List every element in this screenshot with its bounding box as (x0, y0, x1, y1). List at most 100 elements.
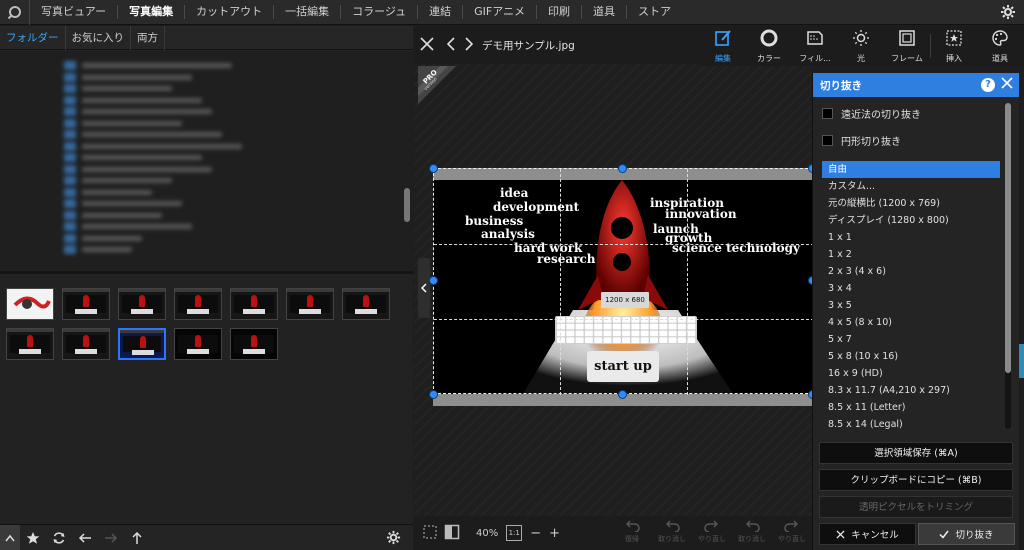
image-thumbnail[interactable] (62, 328, 110, 360)
menu-item[interactable]: 写真ビュアー (30, 5, 119, 19)
favorite-star-icon[interactable] (20, 525, 46, 550)
aspect-ratio-option[interactable]: 1 x 2 (822, 246, 1000, 263)
aspect-ratio-option[interactable]: 16 x 9 (HD) (822, 365, 1000, 382)
aspect-ratio-option[interactable]: 自由 (822, 161, 1000, 178)
aspect-ratio-option[interactable]: 8.5 x 11 (Letter) (822, 399, 1000, 416)
tool-frame[interactable]: フレーム (884, 26, 930, 66)
help-icon[interactable]: ? (981, 78, 995, 92)
image-thumbnail[interactable] (118, 328, 166, 360)
aspect-ratio-option[interactable]: 8.3 x 11.7 (A4,210 x 297) (822, 382, 1000, 399)
perspective-crop-option[interactable]: 遠近法の切り抜き (822, 106, 921, 121)
ratio-list-scrollbar[interactable] (1005, 103, 1011, 373)
image-canvas[interactable]: PRO version idea development business an… (414, 64, 817, 516)
close-icon[interactable] (1001, 77, 1013, 92)
collapse-up-icon[interactable] (0, 524, 20, 550)
redo-all-button[interactable]: やり直し (774, 520, 810, 544)
redo-button[interactable]: やり直し (694, 520, 730, 544)
crop-handle-left[interactable] (429, 276, 438, 285)
zoom-in-button[interactable]: + (549, 526, 560, 541)
tool-light[interactable]: 光 (838, 26, 884, 66)
image-thumbnail[interactable] (286, 288, 334, 320)
aspect-ratio-option[interactable]: 4 x 5 (8 x 10) (822, 314, 1000, 331)
tool-tools[interactable]: 道具 (977, 26, 1023, 66)
menu-item[interactable]: コラージュ (341, 5, 419, 19)
folder-tree-item[interactable] (64, 245, 132, 254)
menu-item[interactable]: 連結 (418, 5, 464, 19)
menu-item[interactable]: カットアウト (185, 5, 275, 19)
folder-tree-item[interactable] (64, 61, 232, 70)
folder-tree-item[interactable] (64, 95, 202, 105)
folder-tree-item[interactable] (64, 72, 192, 82)
browser-tab[interactable]: 両方 (131, 25, 165, 50)
folder-tree-item[interactable] (64, 84, 172, 93)
folder-tree-item[interactable] (64, 164, 212, 174)
image-thumbnail[interactable] (342, 288, 390, 320)
close-icon[interactable] (420, 36, 434, 54)
menu-item[interactable]: GIFアニメ (463, 5, 538, 19)
menu-item[interactable]: 写真編集 (118, 5, 186, 19)
crop-handle-bottom[interactable] (618, 390, 627, 399)
aspect-ratio-option[interactable]: 8.5 x 14 (Legal) (822, 416, 1000, 433)
tool-color[interactable]: カラー (746, 26, 792, 66)
tool-insert[interactable]: 挿入 (931, 26, 977, 66)
aspect-ratio-option[interactable]: 5 x 8 (10 x 16) (822, 348, 1000, 365)
revert-button[interactable]: 復帰 (614, 520, 650, 544)
browser-settings-gear-icon[interactable] (386, 530, 401, 548)
actual-size-button[interactable]: 1:1 (506, 525, 523, 541)
previous-image-icon[interactable] (446, 36, 455, 54)
tool-edit[interactable]: 編集 (700, 26, 746, 66)
crop-handle-bottom-left[interactable] (429, 390, 438, 399)
folder-tree-item[interactable] (64, 222, 192, 231)
image-thumbnail[interactable] (6, 328, 54, 360)
folder-tree-item[interactable] (64, 210, 162, 220)
menu-item[interactable]: 一括編集 (274, 5, 342, 19)
aspect-ratio-option[interactable]: 5 x 7 (822, 331, 1000, 348)
zoom-out-button[interactable]: − (530, 526, 541, 541)
app-logo-icon[interactable] (0, 0, 30, 25)
crop-handle-top[interactable] (618, 164, 627, 173)
aspect-ratio-option[interactable]: 元の縦横比 (1200 x 769) (822, 195, 1000, 212)
folder-tree-item[interactable] (64, 118, 182, 128)
crop-handle-top-left[interactable] (429, 164, 438, 173)
folder-tree-item[interactable] (64, 199, 182, 208)
undo-all-button[interactable]: 取り消し (734, 520, 770, 544)
parent-folder-up-icon[interactable] (124, 525, 150, 550)
image-thumbnail[interactable] (6, 288, 54, 320)
circle-crop-option[interactable]: 円形切り抜き (822, 133, 901, 148)
settings-gear-icon[interactable] (1000, 4, 1016, 23)
cancel-button[interactable]: キャンセル (819, 523, 916, 545)
menu-item[interactable]: ストア (627, 5, 682, 19)
folder-tree[interactable] (0, 51, 413, 271)
selection-tool-icon[interactable] (422, 524, 438, 543)
menu-item[interactable]: 印刷 (537, 5, 583, 19)
undo-button[interactable]: 取り消し (654, 520, 690, 544)
back-arrow-icon[interactable] (72, 525, 98, 550)
refresh-icon[interactable] (46, 525, 72, 550)
image-thumbnail[interactable] (174, 328, 222, 360)
aspect-ratio-option[interactable]: カスタム... (822, 178, 1000, 195)
image-thumbnail[interactable] (174, 288, 222, 320)
tool-filter[interactable]: フィル... (792, 26, 838, 66)
image-thumbnail[interactable] (118, 288, 166, 320)
browser-tab[interactable]: フォルダー (0, 25, 66, 50)
circle-crop-checkbox[interactable] (822, 134, 833, 146)
save-selection-button[interactable]: 選択領域保存 (⌘A) (819, 442, 1013, 464)
aspect-ratio-option[interactable]: 1 x 1 (822, 229, 1000, 246)
image-with-crop[interactable]: idea development business analysis hard … (429, 164, 817, 406)
folder-tree-item[interactable] (64, 153, 202, 162)
aspect-ratio-option[interactable]: 2 x 3 (4 x 6) (822, 263, 1000, 280)
aspect-ratio-option[interactable]: ディスプレイ (1280 x 800) (822, 212, 1000, 229)
folder-tree-scrollbar[interactable] (404, 188, 410, 222)
folder-tree-item[interactable] (64, 176, 172, 185)
folder-tree-item[interactable] (64, 233, 142, 243)
forward-arrow-icon[interactable] (98, 525, 124, 550)
folder-tree-item[interactable] (64, 107, 212, 116)
fit-to-window-icon[interactable] (444, 524, 460, 543)
crop-rectangle[interactable] (433, 168, 814, 395)
next-image-icon[interactable] (465, 36, 474, 54)
expand-left-panel-icon[interactable] (418, 258, 430, 318)
aspect-ratio-option[interactable]: 3 x 5 (822, 297, 1000, 314)
trim-transparent-button[interactable]: 透明ピクセルをトリミング (819, 496, 1013, 518)
menu-item[interactable]: 道具 (582, 5, 628, 19)
image-thumbnail[interactable] (230, 328, 278, 360)
